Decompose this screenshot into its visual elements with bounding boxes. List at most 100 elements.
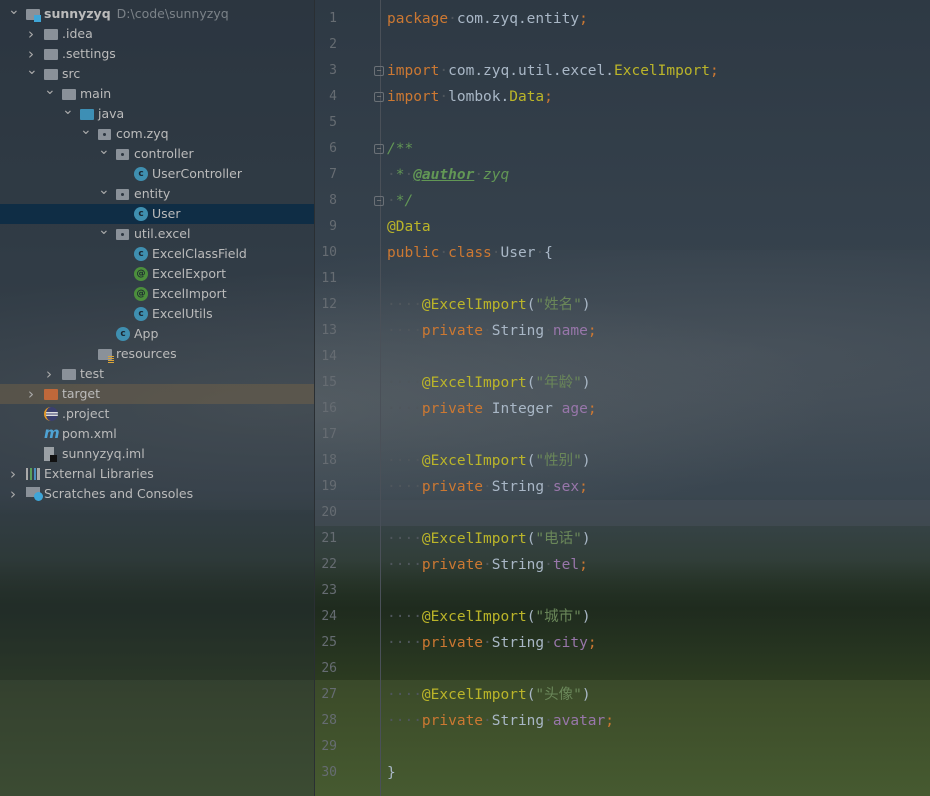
fold-icon[interactable]: − xyxy=(374,66,384,76)
code-line[interactable]: 13 ····private·String·name; xyxy=(315,318,930,344)
token-ann: @ExcelImport xyxy=(421,453,527,469)
chevron-right-icon[interactable]: › xyxy=(26,24,36,44)
tree-item[interactable]: c User xyxy=(0,204,314,224)
token-kw: private xyxy=(421,713,484,729)
token-ws: · xyxy=(491,245,501,261)
chevron-down-icon[interactable]: ⌄ xyxy=(44,80,56,100)
code-line[interactable]: 12 ····@ExcelImport("姓名") xyxy=(315,292,930,318)
tree-item[interactable]: @ ExcelImport xyxy=(0,284,314,304)
tree-item[interactable]: › .idea xyxy=(0,24,314,44)
tree-item-name: ExcelExport xyxy=(152,266,227,281)
token-ws: ···· xyxy=(387,557,422,573)
token-ws: ···· xyxy=(387,609,422,625)
token-ws: · xyxy=(387,167,396,183)
tree-item[interactable]: ⌄ controller xyxy=(0,142,314,164)
code-text: ····@ExcelImport("性别") xyxy=(387,448,591,474)
code-line[interactable]: 3 − import·com.zyq.util.excel.ExcelImport; xyxy=(315,58,930,84)
token-kw: private xyxy=(421,479,484,495)
token-ws: · xyxy=(439,89,449,105)
code-line[interactable]: 10 public·class·User·{ xyxy=(315,240,930,266)
code-line[interactable]: 17 xyxy=(315,422,930,448)
chevron-down-icon[interactable]: ⌄ xyxy=(98,180,110,200)
tree-item[interactable]: ⌄ com.zyq xyxy=(0,122,314,144)
tree-item[interactable]: c App xyxy=(0,324,314,344)
code-line[interactable]: 21 ····@ExcelImport("电话") xyxy=(315,526,930,552)
libraries-icon xyxy=(26,468,40,480)
code-line[interactable]: 28 ····private·String·avatar; xyxy=(315,708,930,734)
project-tree[interactable]: ⌄ sunnyzyq D:\code\sunnyzyq › .idea › .setting… xyxy=(0,0,315,796)
token-ann: @ExcelImport xyxy=(421,609,527,625)
line-number: 10 xyxy=(321,245,337,260)
token-ann: @Data xyxy=(387,219,431,235)
token-cm: zyq xyxy=(483,167,510,183)
tree-item[interactable]: m pom.xml xyxy=(0,424,314,444)
tree-item-label: .settings xyxy=(62,44,116,64)
tree-item-name: test xyxy=(80,366,105,381)
code-line[interactable]: 27 ····@ExcelImport("头像") xyxy=(315,682,930,708)
tree-item[interactable]: sunnyzyq.iml xyxy=(0,444,314,464)
tree-item[interactable]: @ ExcelExport xyxy=(0,264,314,284)
code-line[interactable]: 7 ·*·@author·zyq xyxy=(315,162,930,188)
chevron-down-icon[interactable]: ⌄ xyxy=(80,120,92,140)
tree-item[interactable]: › test xyxy=(0,364,314,384)
tree-item[interactable]: c UserController xyxy=(0,164,314,184)
code-line[interactable]: 15 ····@ExcelImport("年龄") xyxy=(315,370,930,396)
code-line[interactable]: 20 xyxy=(315,500,930,526)
code-line[interactable]: 30} xyxy=(315,760,930,786)
code-line[interactable]: 29 xyxy=(315,734,930,760)
tree-item[interactable]: › target xyxy=(0,384,314,404)
code-line[interactable]: 26 xyxy=(315,656,930,682)
code-line[interactable]: 1 package·com.zyq.entity; xyxy=(315,6,930,32)
code-line[interactable]: 14 xyxy=(315,344,930,370)
chevron-right-icon[interactable]: › xyxy=(8,484,18,504)
token-fld: sex xyxy=(552,479,580,495)
chevron-right-icon[interactable]: › xyxy=(26,384,36,404)
chevron-right-icon[interactable]: › xyxy=(8,464,18,484)
code-line[interactable]: 5 xyxy=(315,110,930,136)
chevron-down-icon[interactable]: ⌄ xyxy=(98,220,110,240)
maven-icon: m xyxy=(44,424,60,442)
token-fld: age xyxy=(561,401,588,417)
tree-item-label: ExcelImport xyxy=(152,284,227,304)
code-line[interactable]: 16 ····private·Integer·age; xyxy=(315,396,930,422)
chevron-right-icon[interactable]: › xyxy=(44,364,54,384)
tree-item[interactable]: ⌄ sunnyzyq D:\code\sunnyzyq xyxy=(0,2,314,24)
tree-item[interactable]: resources xyxy=(0,344,314,364)
code-editor[interactable]: 1 package·com.zyq.entity; 2 3− import·com.zy… xyxy=(315,0,930,796)
module-icon xyxy=(26,9,41,22)
tree-item[interactable]: c ExcelUtils xyxy=(0,304,314,324)
code-line[interactable]: 19 ····private·String·sex; xyxy=(315,474,930,500)
tree-item[interactable]: › Scratches and Consoles xyxy=(0,484,314,504)
tree-item[interactable]: c ExcelClassField xyxy=(0,244,314,264)
chevron-down-icon[interactable]: ⌄ xyxy=(98,140,110,160)
tree-item[interactable]: .project xyxy=(0,404,314,424)
code-line[interactable]: 11 xyxy=(315,266,930,292)
code-line[interactable]: 23 xyxy=(315,578,930,604)
fold-icon[interactable]: − xyxy=(374,196,384,206)
tree-item[interactable]: ⌄ util.excel xyxy=(0,222,314,244)
code-line[interactable]: 24 ····@ExcelImport("城市") xyxy=(315,604,930,630)
code-line[interactable]: 9 @Data xyxy=(315,214,930,240)
tree-item[interactable]: ⌄ entity xyxy=(0,182,314,204)
code-line[interactable]: 25 ····private·String·city; xyxy=(315,630,930,656)
code-line[interactable]: 2 xyxy=(315,32,930,58)
code-line[interactable]: 22 ····private·String·tel; xyxy=(315,552,930,578)
tree-item[interactable]: ⌄ java xyxy=(0,102,314,124)
code-line[interactable]: 6 −/** xyxy=(315,136,930,162)
chevron-down-icon[interactable]: ⌄ xyxy=(8,0,20,20)
tree-item[interactable]: ⌄ main xyxy=(0,82,314,104)
code-line[interactable]: 4 − import·lombok.Data; xyxy=(315,84,930,110)
tree-item[interactable]: › .settings xyxy=(0,44,314,64)
token-kw: ; xyxy=(587,635,597,651)
chevron-down-icon[interactable]: ⌄ xyxy=(26,60,38,80)
tree-item[interactable]: › External Libraries xyxy=(0,464,314,484)
tree-item-name: ExcelImport xyxy=(152,286,227,301)
code-line[interactable]: 8 − ·*/ xyxy=(315,188,930,214)
tree-item-label: ExcelUtils xyxy=(152,304,213,324)
fold-icon[interactable]: − xyxy=(374,144,384,154)
chevron-down-icon[interactable]: ⌄ xyxy=(62,100,74,120)
fold-icon[interactable]: − xyxy=(374,92,384,102)
line-number: 3 xyxy=(329,63,337,78)
tree-item-name: util.excel xyxy=(134,226,191,241)
code-line[interactable]: 18 ····@ExcelImport("性别") xyxy=(315,448,930,474)
